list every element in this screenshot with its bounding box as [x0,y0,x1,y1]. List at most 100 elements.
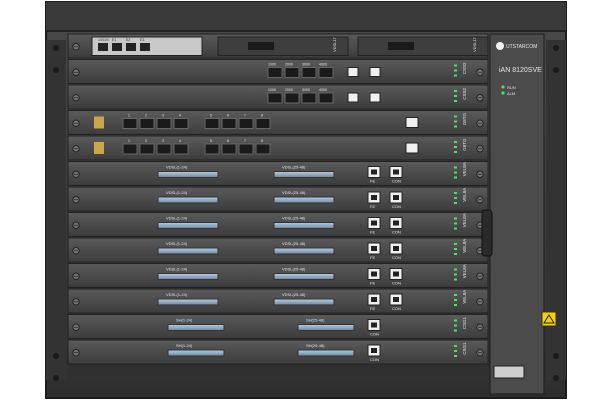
rj45-port[interactable] [140,43,150,51]
sfp-port[interactable] [221,143,237,155]
port-label: 10/100 [98,38,109,42]
rj45-port[interactable] [126,43,136,51]
sfp-port[interactable] [204,143,220,155]
sfp-port[interactable] [301,67,317,78]
sfp-port[interactable] [267,92,283,104]
telco-connector[interactable] [297,324,355,331]
sfp-port[interactable] [139,143,155,155]
line-card-1[interactable]: PCI1410/100E1E2E3VDSL17VDSL17 [67,33,489,59]
status-led [454,64,457,67]
run-led-label: RUN [507,85,516,90]
telco-connector[interactable] [273,196,335,204]
card-side-label: G8TG [462,138,467,151]
line-card-3[interactable]: CSS2 1000 2000 3000 4000 [67,84,489,110]
sfp-port[interactable] [301,92,317,104]
sfp-port[interactable] [238,143,254,155]
sfp-port-label: 4 [179,139,181,143]
line-card-6[interactable]: VEL8A VDSL(1-24) VDSL(25-48) FE CON [67,161,489,186]
sfp-port[interactable] [318,67,334,78]
line-card-8[interactable]: VEL8A VDSL(1-24) VDSL(25-48) FE CON [67,212,489,237]
rj45-port[interactable] [112,43,122,51]
status-led [454,299,457,301]
status-led [454,202,457,204]
status-led [454,125,457,128]
status-led [454,176,457,179]
rj45-label: FE [370,255,375,260]
sfp-port[interactable] [318,92,334,104]
line-card-2[interactable]: CSS2 1000 2000 3000 4000 [67,59,489,84]
telco-connector[interactable] [273,171,335,178]
status-led [454,90,457,92]
line-card-9[interactable]: VEL8A VDSL(1-24) VDSL(25-48) FE CON [67,237,489,263]
status-led [454,248,457,250]
sfp-port[interactable] [173,143,189,155]
telco-connector[interactable] [273,247,335,255]
sfp-port[interactable] [156,143,172,155]
telco-connector[interactable] [157,171,219,178]
rj45-label: CON [392,281,401,286]
line-card-10[interactable]: VEL8A VDSL(1-24) VDSL(25-48) FE CON [67,263,489,288]
sfp-port-label: 2000 [285,88,293,92]
sfp-port[interactable] [255,118,271,129]
card-side-label: G8TG [462,112,467,125]
status-led [454,166,457,169]
rj45-port[interactable] [347,67,359,77]
line-card-4[interactable]: G8TG 1 2 3 4 5 6 7 8 [67,110,489,135]
sfp-port[interactable] [139,118,155,129]
line-card-7[interactable]: VEL8A VDSL(1-24) VDSL(25-48) FE CON [67,186,489,212]
telco-connector[interactable] [157,298,219,306]
telco-connector[interactable] [157,247,219,255]
sfp-port[interactable] [238,118,254,129]
status-led [454,294,457,296]
rj45-port[interactable] [369,92,381,103]
sfp-port-label: 7 [244,139,246,143]
sfp-port[interactable] [255,143,271,155]
line-card-11[interactable]: VEL8A VDSL(1-24) VDSL(25-48) FE CON [67,288,489,314]
rj45-port[interactable] [347,92,359,103]
rj45-port[interactable] [405,142,419,154]
port-label: E1 [112,38,116,42]
telco-connector[interactable] [167,324,225,331]
sfp-port[interactable] [221,118,237,129]
sfp-port[interactable] [267,67,283,78]
sfp-port[interactable] [204,118,220,129]
sfp-port[interactable] [122,143,138,155]
sfp-module[interactable] [248,42,274,50]
telco-connector[interactable] [157,196,219,204]
connector-label: VDSL(25-48) [282,216,306,221]
telco-connector[interactable] [157,222,219,229]
sfp-port-label: 3 [162,139,164,143]
rj45-port[interactable] [98,43,108,51]
panel-handle[interactable] [481,209,493,257]
card-side-label: VEL8A [462,239,467,253]
status-led [454,95,457,97]
rj45-port[interactable] [369,67,381,77]
sfp-port[interactable] [156,118,172,129]
sfp-module[interactable] [388,42,414,50]
status-led [454,151,457,153]
sfp-port[interactable] [284,67,300,78]
telco-connector[interactable] [157,273,219,280]
sfp-port[interactable] [173,118,189,129]
card-side-label: VEL8A [462,213,467,227]
line-card-13[interactable]: CSG1 SH(1-24) SH(25-48) CON [67,339,489,365]
control-panel [489,33,545,395]
telco-connector[interactable] [273,298,335,306]
sfp-port-label: 8 [261,139,263,143]
sfp-port-label: 2 [145,114,147,118]
connector-label: SH(1-24) [176,318,193,323]
line-card-5[interactable]: G8TG 1 2 3 4 5 6 7 8 [67,135,489,161]
telco-connector[interactable] [167,349,225,357]
line-card-12[interactable]: CSG1 SH(1-24) SH(25-48) CON [67,314,489,339]
model-name: iAN 8120SVE [499,67,542,74]
sfp-port-label: 2000 [285,63,293,67]
telco-connector[interactable] [297,349,355,357]
status-led [454,192,457,194]
sfp-port[interactable] [284,92,300,104]
telco-connector[interactable] [273,273,335,280]
sfp-port[interactable] [122,118,138,129]
telco-connector[interactable] [273,222,335,229]
sfp-port-label: 5 [210,139,212,143]
sfp-port-label: 4000 [319,63,327,67]
rj45-port[interactable] [405,117,419,128]
